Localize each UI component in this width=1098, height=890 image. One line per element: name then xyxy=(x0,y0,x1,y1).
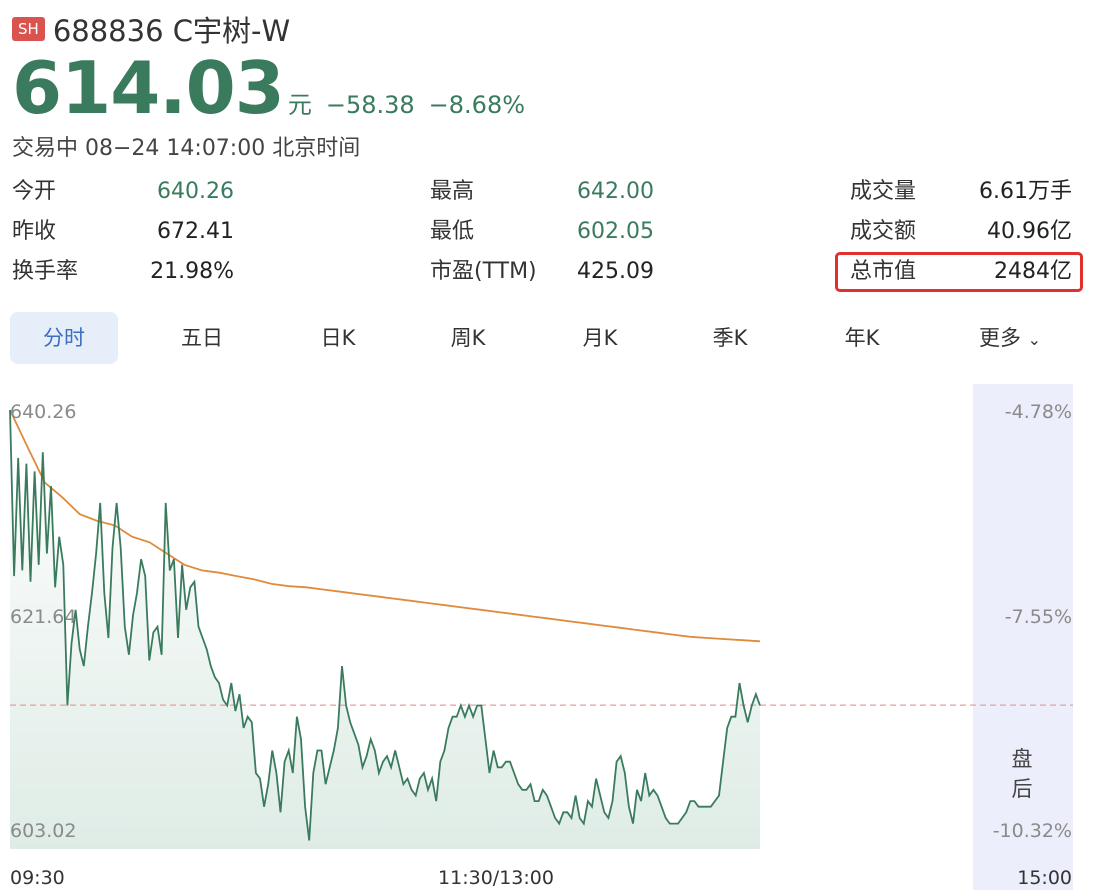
turnover-label: 换手率 xyxy=(12,259,79,284)
after-hours-label: 后 xyxy=(1012,777,1033,801)
y-left-tick: 603.02 xyxy=(10,820,76,842)
high-label: 最高 xyxy=(430,179,475,204)
current-price: 614.03 xyxy=(12,46,285,130)
stock-title: 688836 C宇树-W xyxy=(52,14,291,48)
high-value: 642.00 xyxy=(577,179,654,204)
amount-label: 成交额 xyxy=(850,219,917,244)
after-hours-label: 盘 xyxy=(1012,747,1033,771)
tab-daily-k[interactable]: 日K xyxy=(284,312,392,364)
y-left-tick: 621.64 xyxy=(10,606,76,628)
mktcap-highlight-box xyxy=(835,252,1083,292)
x-tick: 09:30 xyxy=(10,867,65,889)
low-label: 最低 xyxy=(430,219,475,244)
turnover-value: 21.98% xyxy=(150,259,234,284)
open-label: 今开 xyxy=(12,179,57,204)
price-unit: 元 xyxy=(287,91,312,119)
x-tick: 11:30/13:00 xyxy=(438,867,554,889)
x-tick: 15:00 xyxy=(1017,867,1072,889)
y-right-tick: -10.32% xyxy=(993,820,1072,842)
chart-period-tabs: 分时 五日 日K 周K 月K 季K 年K 更多 ⌄ xyxy=(10,312,1088,364)
price-change-pct: −8.68% xyxy=(428,91,526,119)
open-value: 640.26 xyxy=(157,179,234,204)
prev-close-value: 672.41 xyxy=(157,219,234,244)
tab-more[interactable]: 更多 ⌄ xyxy=(960,312,1060,364)
tab-yearly-k[interactable]: 年K xyxy=(808,312,916,364)
volume-label: 成交量 xyxy=(850,179,917,204)
price-row: 614.03 元 −58.38 −8.68% xyxy=(12,46,525,130)
prev-close-label: 昨收 xyxy=(12,219,57,244)
y-right-tick: -7.55% xyxy=(1005,606,1072,628)
pe-value: 425.09 xyxy=(577,259,654,284)
volume-value: 6.61万手 xyxy=(979,179,1072,204)
after-hours-panel xyxy=(973,384,1073,890)
y-left-tick: 640.26 xyxy=(10,401,76,423)
tab-monthly-k[interactable]: 月K xyxy=(546,312,654,364)
tab-quarterly-k[interactable]: 季K xyxy=(676,312,784,364)
amount-value: 40.96亿 xyxy=(987,219,1072,244)
low-value: 602.05 xyxy=(577,219,654,244)
trading-status: 交易中 08−24 14:07:00 北京时间 xyxy=(12,136,361,161)
tab-more-label: 更多 xyxy=(978,326,1021,350)
tab-intraday[interactable]: 分时 xyxy=(10,312,118,364)
pe-label: 市盈(TTM) xyxy=(430,259,537,284)
y-right-tick: -4.78% xyxy=(1005,401,1072,423)
exchange-badge: SH xyxy=(12,17,45,41)
stock-header: SH 688836 C宇树-W xyxy=(12,8,290,50)
price-change: −58.38 xyxy=(325,91,415,119)
tab-weekly-k[interactable]: 周K xyxy=(414,312,522,364)
chevron-down-icon: ⌄ xyxy=(1027,330,1042,349)
intraday-chart: 640.26 621.64 603.02 -4.78% -7.55% -10.32% 09:… xyxy=(9,384,1073,890)
tab-five-day[interactable]: 五日 xyxy=(148,312,256,364)
